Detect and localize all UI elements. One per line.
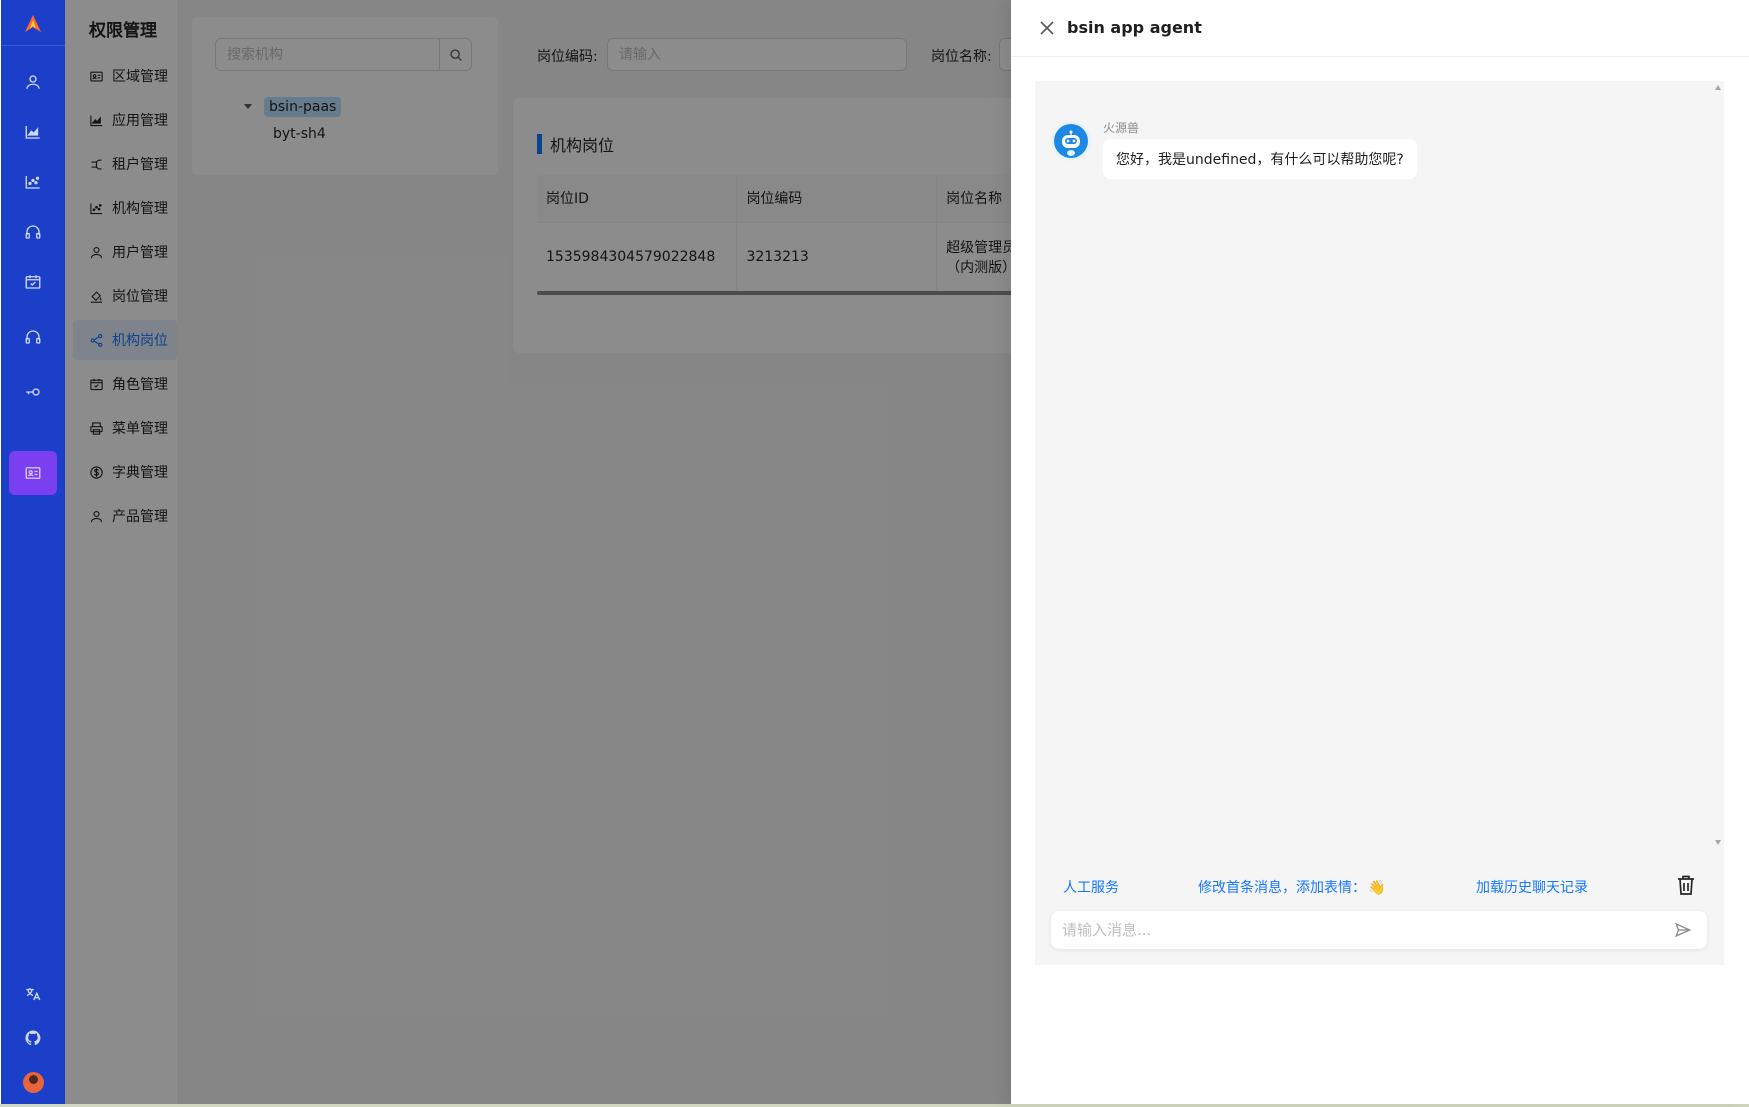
user-icon[interactable] — [9, 60, 57, 104]
human-service-link[interactable]: 人工服务 — [1063, 877, 1119, 897]
robot-icon — [1054, 124, 1088, 158]
id-card-icon[interactable] — [9, 451, 57, 495]
github-icon[interactable] — [9, 1016, 57, 1060]
translate-icon[interactable] — [9, 972, 57, 1016]
app-root: 权限管理 区域管理 应用管理 租户管理 机构管理 用户管理 岗位管理 机构岗位 — [0, 0, 1749, 1104]
load-history-link[interactable]: 加载历史聊天记录 — [1476, 877, 1588, 897]
bot-message-bubble: 您好，我是undefined，有什么可以帮助您呢? — [1103, 139, 1417, 179]
calendar-check-icon[interactable] — [9, 260, 57, 304]
headset-icon[interactable] — [9, 315, 57, 359]
scatter-chart-icon[interactable] — [9, 160, 57, 204]
bot-name: 火源兽 — [1103, 121, 1140, 135]
headset-icon[interactable] — [9, 210, 57, 254]
scroll-down-arrow-icon[interactable] — [1715, 840, 1721, 845]
drawer-title: bsin app agent — [1067, 18, 1202, 37]
area-chart-icon[interactable] — [9, 110, 57, 154]
chat-panel: 火源兽 您好，我是undefined，有什么可以帮助您呢? 人工服务 修改首条消… — [1035, 81, 1724, 965]
send-button[interactable] — [1673, 920, 1693, 940]
edit-first-message-text: 修改首条消息，添加表情： — [1198, 880, 1366, 896]
avatar[interactable] — [23, 1072, 44, 1093]
rail-divider — [1, 45, 65, 46]
logo-icon[interactable] — [21, 12, 45, 36]
trash-icon — [1678, 875, 1694, 895]
wave-emoji-icon: 👋 — [1368, 880, 1386, 896]
agent-drawer: bsin app agent 火源兽 您好，我是undefined，有什么可以帮… — [1011, 0, 1749, 1104]
clear-chat-button[interactable] — [1676, 874, 1696, 896]
message-box — [1051, 911, 1707, 949]
edit-first-message-link[interactable]: 修改首条消息，添加表情： 👋 — [1198, 877, 1385, 897]
scroll-up-arrow-icon[interactable] — [1715, 85, 1721, 90]
icon-rail — [1, 0, 65, 1104]
bot-avatar — [1051, 121, 1091, 161]
drawer-mask[interactable] — [65, 0, 1011, 1104]
close-icon — [1040, 21, 1054, 35]
key-icon[interactable] — [9, 370, 57, 414]
message-input[interactable] — [1051, 911, 1651, 949]
drawer-header: bsin app agent — [1011, 0, 1749, 57]
send-icon — [1675, 922, 1692, 938]
close-button[interactable] — [1038, 19, 1056, 37]
